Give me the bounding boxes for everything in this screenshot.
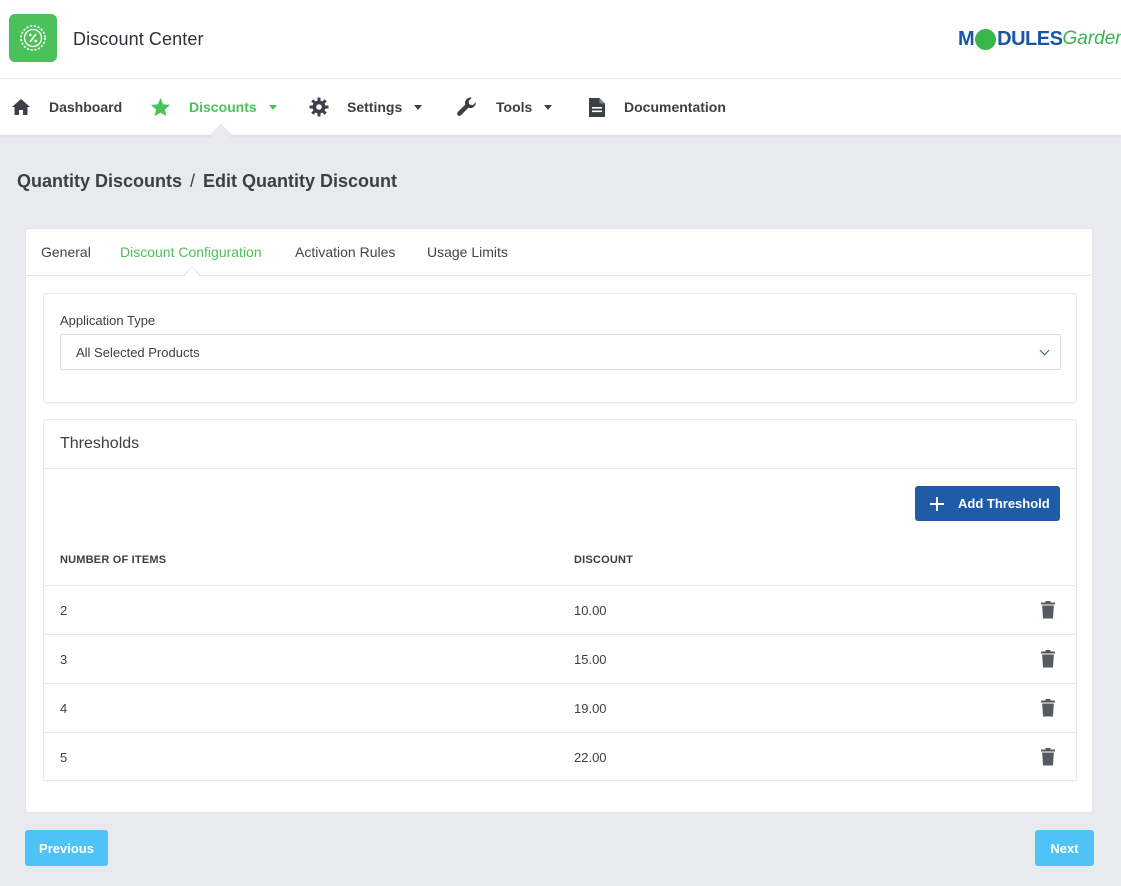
- cell-items: 4: [60, 701, 68, 716]
- cell-items: 2: [60, 603, 68, 618]
- tab-general[interactable]: General: [41, 244, 91, 260]
- column-header-items: NUMBER OF ITEMS: [60, 554, 167, 566]
- top-header: Discount Center M DULES Garden: [0, 0, 1121, 79]
- application-type-select[interactable]: All Selected Products: [60, 334, 1061, 370]
- trash-icon[interactable]: [1040, 699, 1056, 722]
- breadcrumb-current: Edit Quantity Discount: [203, 171, 398, 191]
- tab-bar: General Discount Configuration Activatio…: [26, 229, 1092, 276]
- application-type-value: All Selected Products: [76, 345, 200, 360]
- nav-label: Tools: [496, 99, 533, 115]
- cell-items: 3: [60, 652, 68, 667]
- application-type-label: Application Type: [60, 313, 156, 328]
- chevron-down-icon: [1039, 345, 1050, 356]
- previous-button[interactable]: Previous: [25, 830, 108, 866]
- tab-activation-rules[interactable]: Activation Rules: [295, 244, 395, 260]
- nav-label: Settings: [347, 99, 403, 115]
- trash-icon[interactable]: [1040, 601, 1056, 624]
- cell-discount: 19.00: [574, 701, 607, 716]
- trash-icon[interactable]: [1040, 650, 1056, 673]
- modulesgarden-logo: M DULES Garden: [958, 27, 1121, 50]
- document-icon: [588, 97, 606, 118]
- cell-items: 5: [60, 750, 68, 765]
- column-header-discount: DISCOUNT: [574, 554, 634, 566]
- tab-usage-limits[interactable]: Usage Limits: [427, 244, 508, 260]
- discount-badge-icon[interactable]: [9, 14, 57, 62]
- breadcrumb: Quantity Discounts / Edit Quantity Disco…: [17, 171, 397, 192]
- edit-discount-card: General Discount Configuration Activatio…: [25, 228, 1093, 813]
- chevron-down-icon: [268, 104, 277, 110]
- nav-item-documentation[interactable]: Documentation: [588, 79, 726, 135]
- nav-label: Discounts: [189, 99, 257, 115]
- nav-label: Dashboard: [49, 99, 123, 115]
- tab-discount-configuration[interactable]: Discount Configuration: [120, 244, 262, 260]
- globe-icon: [975, 28, 997, 50]
- nav-item-tools[interactable]: Tools: [456, 79, 553, 135]
- nav-item-discounts[interactable]: Discounts: [150, 79, 277, 135]
- plus-icon: [930, 496, 944, 511]
- gear-icon: [309, 97, 329, 117]
- nav-label: Documentation: [624, 99, 726, 115]
- add-threshold-label: Add Threshold: [958, 496, 1050, 511]
- next-button[interactable]: Next: [1035, 830, 1094, 866]
- application-type-panel: Application Type All Selected Products: [43, 293, 1077, 403]
- cell-discount: 22.00: [574, 750, 607, 765]
- thresholds-title: Thresholds: [60, 435, 140, 452]
- thresholds-panel: Thresholds Add Threshold NUMBER OF ITEMS…: [43, 419, 1077, 781]
- table-row: 2 10.00: [44, 585, 1076, 634]
- table-row: 4 19.00: [44, 683, 1076, 732]
- main-navigation: Dashboard Discounts Settings Tools Docum…: [0, 79, 1121, 135]
- breadcrumb-separator: /: [190, 171, 196, 191]
- home-icon: [11, 98, 31, 116]
- chevron-down-icon: [544, 104, 553, 110]
- breadcrumb-parent[interactable]: Quantity Discounts: [17, 171, 182, 192]
- nav-item-settings[interactable]: Settings: [309, 79, 423, 135]
- table-row: 3 15.00: [44, 634, 1076, 683]
- trash-icon[interactable]: [1040, 748, 1056, 771]
- thresholds-header: Thresholds: [44, 420, 1076, 469]
- wrench-icon: [456, 96, 478, 118]
- cell-discount: 10.00: [574, 603, 607, 618]
- star-icon: [150, 97, 171, 117]
- add-threshold-button[interactable]: Add Threshold: [915, 486, 1060, 521]
- cell-discount: 15.00: [574, 652, 607, 667]
- chevron-down-icon: [414, 104, 423, 110]
- nav-item-dashboard[interactable]: Dashboard: [11, 79, 122, 135]
- table-row: 5 22.00: [44, 732, 1076, 781]
- app-title: Discount Center: [73, 29, 204, 49]
